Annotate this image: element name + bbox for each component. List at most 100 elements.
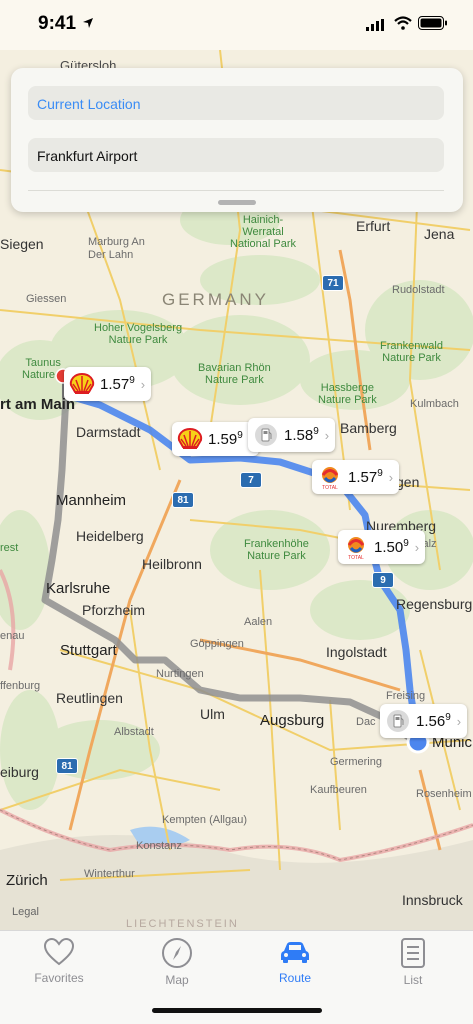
tab-label: Favorites bbox=[34, 971, 84, 985]
battery-icon bbox=[418, 16, 448, 35]
tab-label: Route bbox=[278, 971, 312, 985]
tab-favorites[interactable]: Favorites bbox=[14, 937, 104, 985]
fuel-pump-icon bbox=[384, 707, 412, 735]
tab-map[interactable]: Map bbox=[132, 937, 222, 987]
city-label: Pforzheim bbox=[82, 602, 146, 618]
map-label: Kulmbach bbox=[410, 398, 459, 410]
map-label: LIECHTENSTEIN bbox=[126, 918, 239, 930]
highway-shield: 71 bbox=[322, 275, 344, 291]
chevron-right-icon: › bbox=[140, 376, 146, 392]
tab-list[interactable]: List bbox=[368, 937, 458, 987]
total-logo-icon: TOTAL bbox=[316, 463, 344, 491]
park-label: Frankenhöhe Nature Park bbox=[244, 538, 309, 562]
total-logo-icon: TOTAL bbox=[342, 533, 370, 561]
highway-shield: 81 bbox=[56, 758, 78, 774]
station-price: 1.569 bbox=[416, 712, 451, 730]
map-label: Nurtingen bbox=[156, 668, 204, 680]
map-label: Göppingen bbox=[190, 638, 244, 650]
city-label: Augsburg bbox=[260, 712, 325, 729]
status-bar: 9:41 bbox=[0, 0, 473, 50]
map-label: enau bbox=[0, 630, 25, 642]
city-label: Jena bbox=[424, 226, 455, 242]
route-search-panel: Current Location Frankfurt Airport bbox=[11, 68, 463, 212]
station-callout[interactable]: TOTAL 1.509 › bbox=[338, 530, 426, 564]
chevron-right-icon: › bbox=[324, 427, 330, 443]
highway-shield: 7 bbox=[240, 472, 262, 488]
city-label: Mannheim bbox=[56, 492, 127, 509]
home-indicator bbox=[152, 1008, 322, 1013]
city-label: Ingolstadt bbox=[326, 644, 387, 660]
city-label: Karlsruhe bbox=[46, 580, 111, 597]
station-price: 1.579 bbox=[100, 375, 135, 393]
origin-field[interactable]: Current Location bbox=[28, 86, 444, 120]
station-callout[interactable]: 1.599 › bbox=[172, 422, 260, 456]
map-label: Konstanz bbox=[136, 840, 182, 852]
signal-icon bbox=[366, 18, 386, 36]
city-label: Darmstadt bbox=[76, 424, 141, 440]
map-label: Siegen bbox=[0, 236, 44, 252]
svg-text:TOTAL: TOTAL bbox=[322, 485, 338, 490]
heart-icon bbox=[43, 937, 75, 966]
city-label: gen bbox=[396, 474, 420, 490]
country-label: GERMANY bbox=[162, 290, 269, 309]
city-label: Bamberg bbox=[340, 420, 397, 436]
app-screen: 9:41 Gütersloh Siegen Marburg An Der Lah… bbox=[0, 0, 473, 1024]
chevron-right-icon: › bbox=[388, 469, 394, 485]
city-label: Regensburg bbox=[396, 596, 473, 612]
tab-label: List bbox=[403, 973, 423, 987]
city-label: Reutlingen bbox=[56, 690, 123, 706]
park-label: rest bbox=[0, 542, 19, 554]
park-label: Hassberge Nature Park bbox=[318, 382, 377, 406]
shell-logo-icon bbox=[68, 370, 96, 398]
svg-text:TOTAL: TOTAL bbox=[348, 555, 364, 560]
wifi-icon bbox=[394, 16, 412, 35]
station-price: 1.599 bbox=[208, 430, 243, 448]
city-label: Heilbronn bbox=[142, 556, 202, 572]
shell-logo-icon bbox=[176, 425, 204, 453]
station-callout[interactable]: TOTAL 1.579 › bbox=[312, 460, 400, 494]
map-label: Freising bbox=[386, 690, 426, 702]
divider bbox=[28, 190, 444, 191]
city-label: Heidelberg bbox=[76, 528, 144, 544]
city-label: Stuttgart bbox=[60, 642, 117, 659]
status-time: 9:41 bbox=[38, 13, 77, 34]
station-callout[interactable]: 1.589 › bbox=[248, 418, 336, 452]
map-label: Dac bbox=[356, 716, 376, 728]
map-label: Giessen bbox=[26, 293, 67, 305]
map-label: Kempten (Allgau) bbox=[162, 814, 247, 826]
list-icon bbox=[401, 938, 425, 968]
tab-route[interactable]: Route bbox=[250, 937, 340, 985]
station-price: 1.589 bbox=[284, 426, 319, 444]
map-label: Winterthur bbox=[84, 868, 135, 880]
station-callout[interactable]: 1.579 › bbox=[64, 367, 152, 401]
park-label: Bavarian Rhön Nature Park bbox=[198, 362, 271, 386]
station-price: 1.579 bbox=[348, 468, 383, 486]
panel-grabber-handle[interactable] bbox=[218, 200, 256, 205]
park-label: Hainich- Werratal National Park bbox=[230, 214, 297, 250]
highway-shield: 9 bbox=[372, 572, 394, 588]
map-label: Germering bbox=[330, 756, 382, 768]
station-callout[interactable]: 1.569 › bbox=[380, 704, 468, 738]
city-label: Ulm bbox=[200, 706, 225, 722]
station-price: 1.509 bbox=[374, 538, 409, 556]
map-label: Kaufbeuren bbox=[310, 784, 367, 796]
tab-label: Map bbox=[165, 973, 189, 987]
map-label: Albstadt bbox=[114, 726, 154, 738]
compass-icon bbox=[162, 938, 192, 968]
destination-field[interactable]: Frankfurt Airport bbox=[28, 138, 444, 172]
park-label: Frankenwald Nature Park bbox=[380, 340, 443, 364]
city-label: Zürich bbox=[6, 872, 48, 889]
car-icon bbox=[281, 942, 309, 963]
city-label: eiburg bbox=[0, 764, 39, 780]
highway-shield: 81 bbox=[172, 492, 194, 508]
map-label: Rosenheim bbox=[416, 788, 472, 800]
map-label: Rudolstadt bbox=[392, 284, 445, 296]
chevron-right-icon: › bbox=[456, 713, 462, 729]
city-label: Erfurt bbox=[356, 218, 391, 234]
fuel-pump-icon bbox=[252, 421, 280, 449]
chevron-right-icon: › bbox=[414, 539, 420, 555]
legal-link[interactable]: Legal bbox=[12, 906, 39, 918]
park-label: Hoher Vogelsberg Nature Park bbox=[94, 322, 183, 346]
city-label: Innsbruck bbox=[402, 892, 463, 908]
location-arrow-icon bbox=[82, 16, 94, 34]
